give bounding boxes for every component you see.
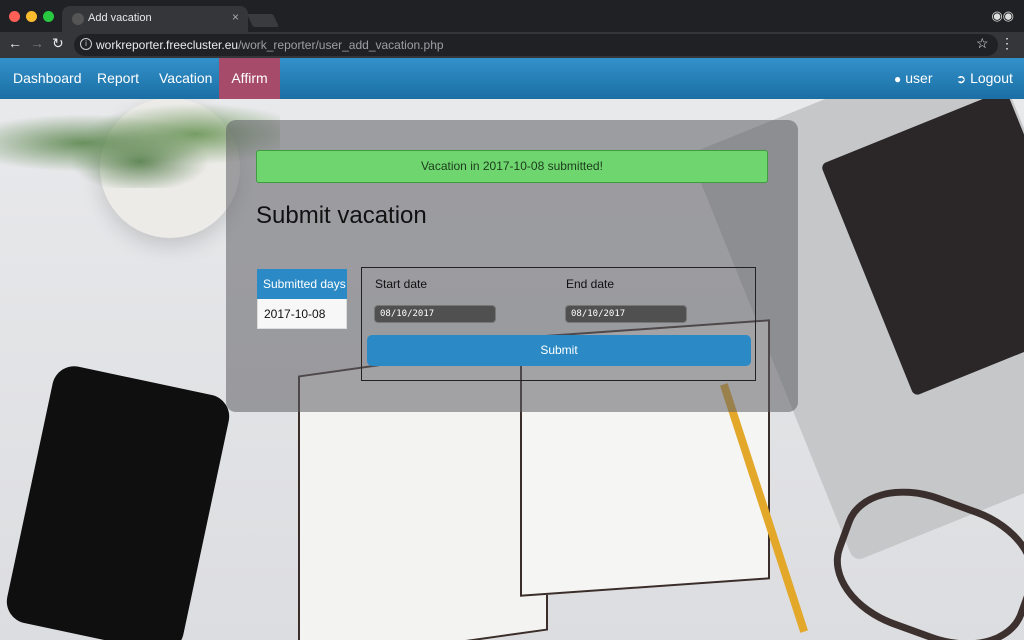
success-alert: Vacation in 2017-10-08 submitted! (256, 150, 768, 183)
background-phone (2, 362, 234, 640)
window-minimize-button[interactable] (26, 11, 37, 22)
submit-button[interactable]: Submit (367, 335, 751, 366)
browser-titlebar: Add vacation × ◉◉ (0, 0, 1024, 32)
start-date-label: Start date (375, 277, 428, 291)
page-content: Dashboard Report Vacation Affirm ● user ➲… (0, 58, 1024, 640)
url-host: workreporter.freecluster.eu (96, 38, 239, 52)
nav-user-label: user (905, 70, 933, 86)
start-date-input[interactable]: 08/10/2017 (374, 305, 496, 323)
page-title: Submit vacation (256, 202, 427, 229)
logout-icon: ➲ (956, 72, 967, 86)
address-bar[interactable]: i workreporter.freecluster.eu/work_repor… (74, 34, 998, 56)
submitted-days-table: Submitted days 2017-10-08 (257, 269, 347, 329)
nav-logout-label: Logout (970, 70, 1013, 86)
info-icon[interactable]: i (80, 38, 92, 50)
nav-report[interactable]: Report (97, 58, 139, 99)
url-path: /work_reporter/user_add_vacation.php (238, 38, 444, 52)
table-row: 2017-10-08 (257, 299, 347, 329)
nav-dashboard[interactable]: Dashboard (13, 58, 82, 99)
submitted-days-header: Submitted days (257, 269, 347, 299)
nav-user[interactable]: ● user (894, 58, 932, 99)
window-maximize-button[interactable] (43, 11, 54, 22)
vacation-panel: Vacation in 2017-10-08 submitted! Submit… (226, 120, 798, 412)
forward-arrow-icon[interactable]: → (30, 35, 44, 51)
browser-tab[interactable]: Add vacation × (62, 6, 248, 32)
menu-icon[interactable]: ⋮ (1000, 35, 1014, 52)
nav-vacation[interactable]: Vacation (159, 58, 212, 99)
favicon-icon (72, 13, 84, 25)
end-date-label: End date (566, 277, 615, 291)
user-icon: ● (894, 72, 902, 86)
nav-logout[interactable]: ➲ Logout (956, 58, 1013, 99)
reload-icon[interactable]: ↻ (52, 35, 64, 52)
back-arrow-icon[interactable]: ← (8, 35, 22, 51)
tab-close-icon[interactable]: × (232, 10, 239, 24)
new-tab-button[interactable] (246, 14, 280, 27)
window-close-button[interactable] (9, 11, 20, 22)
browser-toolbar: ← → ↻ i workreporter.freecluster.eu/work… (0, 32, 1024, 58)
end-date-input[interactable]: 08/10/2017 (565, 305, 687, 323)
top-navbar: Dashboard Report Vacation Affirm ● user ➲… (0, 58, 1024, 99)
vacation-form: Start date End date 08/10/2017 08/10/201… (361, 267, 756, 381)
star-icon[interactable]: ☆ (976, 35, 989, 52)
incognito-icon: ◉◉ (991, 8, 1014, 23)
tab-title: Add vacation (88, 12, 152, 24)
nav-affirm[interactable]: Affirm (219, 58, 280, 99)
url-text[interactable]: workreporter.freecluster.eu/work_reporte… (96, 38, 444, 52)
